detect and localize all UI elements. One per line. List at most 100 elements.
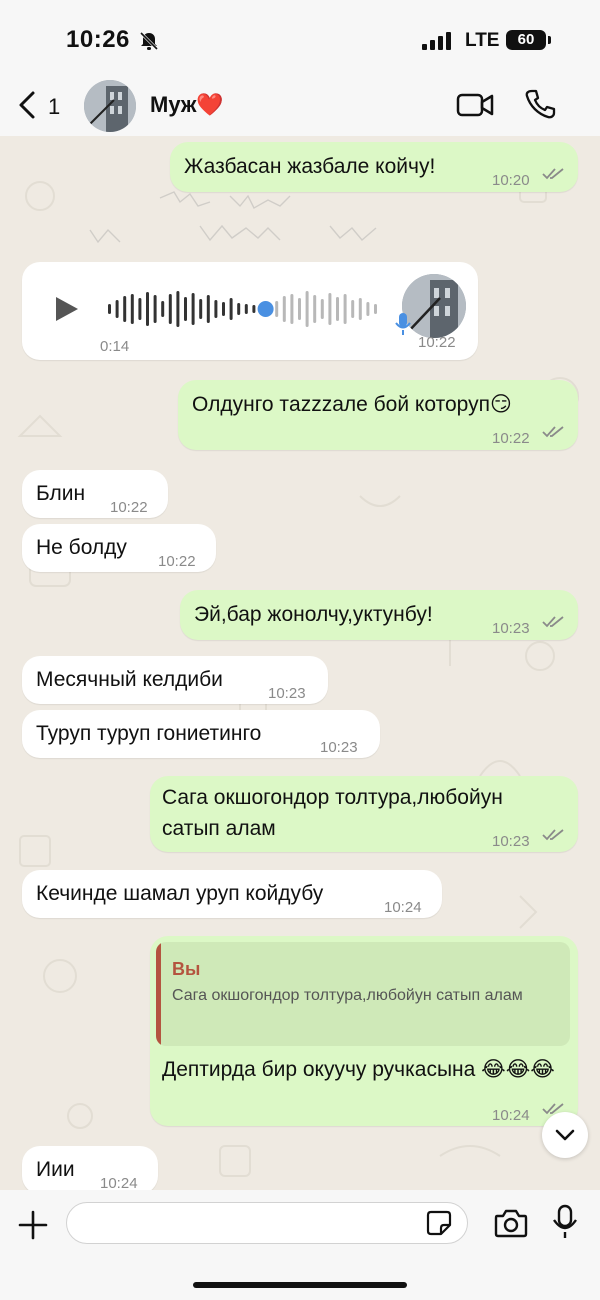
- waveform-bar: [313, 295, 317, 323]
- waveform-bar: [130, 294, 134, 324]
- waveform-bar: [328, 293, 332, 325]
- waveform-bar: [229, 298, 233, 320]
- phone-icon[interactable]: [524, 88, 556, 120]
- unread-count[interactable]: 1: [48, 94, 60, 120]
- battery-indicator: 60: [506, 30, 546, 50]
- message-text: Дептирда бир окуучу ручкасына 😂😂😂: [162, 1058, 555, 1081]
- message-bubble-outgoing[interactable]: Сага окшогондор толтура,любойун сатып ал…: [150, 776, 578, 852]
- camera-icon[interactable]: [494, 1208, 528, 1238]
- bell-slash-icon: [139, 31, 159, 51]
- message-bubble-outgoing-reply[interactable]: Вы Сага окшогондор толтура,любойун сатып…: [150, 936, 578, 1126]
- message-text: Иии: [36, 1158, 75, 1181]
- message-time: 10:23: [320, 739, 358, 756]
- waveform-bar: [237, 303, 241, 315]
- message-input[interactable]: [66, 1202, 468, 1244]
- battery-tip: [548, 36, 551, 44]
- scroll-to-bottom-button[interactable]: [542, 1112, 588, 1158]
- waveform-bar: [161, 301, 165, 317]
- waveform-bar: [351, 300, 355, 318]
- message-bubble-outgoing[interactable]: Олдунго тazzzале бой которуп😏 10:22: [178, 380, 578, 450]
- signal-icon: [422, 32, 451, 50]
- message-time: 10:23: [492, 833, 530, 850]
- double-check-icon: [542, 829, 564, 841]
- message-time: 10:23: [268, 685, 306, 702]
- microphone-icon[interactable]: [552, 1204, 578, 1240]
- waveform-bar: [176, 291, 180, 327]
- message-time: 10:24: [384, 899, 422, 916]
- chat-messages[interactable]: Жазбасан жазбале койчу! 10:20 0:14 10:22…: [0, 136, 600, 1190]
- plus-icon[interactable]: [18, 1210, 48, 1240]
- message-text: Блин: [36, 482, 86, 505]
- quoted-message[interactable]: Вы Сага окшогондор толтура,любойун сатып…: [156, 942, 570, 1046]
- message-bubble-incoming[interactable]: Иии 10:24: [22, 1146, 158, 1190]
- message-time: 10:24: [492, 1107, 530, 1124]
- waveform-bar: [298, 298, 301, 320]
- double-check-icon: [542, 426, 564, 438]
- waveform-bar: [336, 297, 339, 321]
- message-time: 10:22: [158, 553, 196, 570]
- chat-header: 1 Муж❤️: [0, 80, 600, 136]
- voice-message[interactable]: 0:14 10:22: [22, 262, 478, 360]
- voice-waveform[interactable]: [106, 284, 396, 334]
- back-chevron-icon[interactable]: [16, 90, 40, 120]
- message-text: Жазбасан жазбале койчу!: [184, 155, 436, 178]
- double-check-icon: [542, 168, 564, 180]
- message-bubble-incoming[interactable]: Кечинде шамал уруп койдубу 10:24: [22, 870, 442, 918]
- voice-progress-handle[interactable]: [257, 301, 274, 317]
- waveform-bar: [146, 292, 149, 326]
- waveform-bar: [252, 305, 256, 313]
- message-time: 10:20: [492, 172, 530, 189]
- avatar[interactable]: [84, 80, 136, 132]
- waveform-bar: [123, 296, 127, 322]
- message-text: Эй,бар жонолчу,уктунбу!: [194, 603, 433, 626]
- waveform-bar: [115, 300, 119, 318]
- message-bubble-incoming[interactable]: Месячный келдиби 10:23: [22, 656, 328, 704]
- message-text: Кечинде шамал уруп койдубу: [36, 882, 324, 905]
- quote-text: Сага окшогондор толтура,любойун сатып ал…: [172, 987, 523, 1004]
- message-text: Туруп туруп гониетинго: [36, 722, 262, 745]
- waveform-bar: [191, 293, 195, 325]
- waveform-bar: [214, 300, 218, 318]
- waveform-bar: [168, 294, 172, 324]
- microphone-icon: [395, 313, 411, 335]
- waveform-bar: [153, 295, 157, 323]
- waveform-bar: [138, 298, 142, 320]
- message-composer: [0, 1190, 600, 1300]
- chevron-down-icon: [555, 1129, 575, 1141]
- waveform-bar: [275, 301, 279, 317]
- waveform-bar: [244, 304, 248, 314]
- message-text: Не болду: [36, 536, 127, 559]
- waveform-bar: [366, 302, 370, 316]
- status-bar: 10:26 LTE 60: [0, 0, 600, 80]
- waveform-bar: [184, 297, 187, 321]
- status-time: 10:26: [66, 26, 130, 53]
- message-bubble-incoming[interactable]: Не болду 10:22: [22, 524, 216, 572]
- home-indicator: [193, 1282, 407, 1288]
- video-call-icon[interactable]: [456, 92, 494, 118]
- waveform-bar: [343, 294, 347, 324]
- waveform-bar: [320, 299, 324, 319]
- quote-author: Вы: [172, 959, 201, 979]
- contact-name[interactable]: Муж❤️: [150, 92, 224, 118]
- waveform-bar: [108, 304, 111, 314]
- message-bubble-outgoing[interactable]: Жазбасан жазбале койчу! 10:20: [170, 142, 578, 192]
- message-bubble-outgoing[interactable]: Эй,бар жонолчу,уктунбу! 10:23: [180, 590, 578, 640]
- message-time: 10:22: [110, 499, 148, 516]
- message-time: 10:22: [418, 334, 456, 351]
- sticker-icon[interactable]: [426, 1210, 452, 1236]
- message-bubble-incoming[interactable]: Туруп туруп гониетинго 10:23: [22, 710, 380, 758]
- waveform-bar: [199, 299, 203, 319]
- message-time: 10:24: [100, 1175, 138, 1190]
- waveform-bar: [358, 298, 362, 320]
- message-bubble-incoming[interactable]: Блин 10:22: [22, 470, 168, 518]
- waveform-bar: [222, 302, 225, 316]
- faded-scribble: [89, 191, 377, 244]
- play-icon[interactable]: [54, 294, 80, 324]
- waveform-bar: [282, 296, 286, 322]
- quote-accent-bar: [156, 942, 161, 1046]
- waveform-bar: [206, 295, 210, 323]
- waveform-bar: [290, 294, 294, 324]
- waveform-bar: [374, 304, 377, 314]
- network-type: LTE: [465, 30, 500, 51]
- message-text: Олдунго тazzzале бой которуп😏: [192, 393, 512, 416]
